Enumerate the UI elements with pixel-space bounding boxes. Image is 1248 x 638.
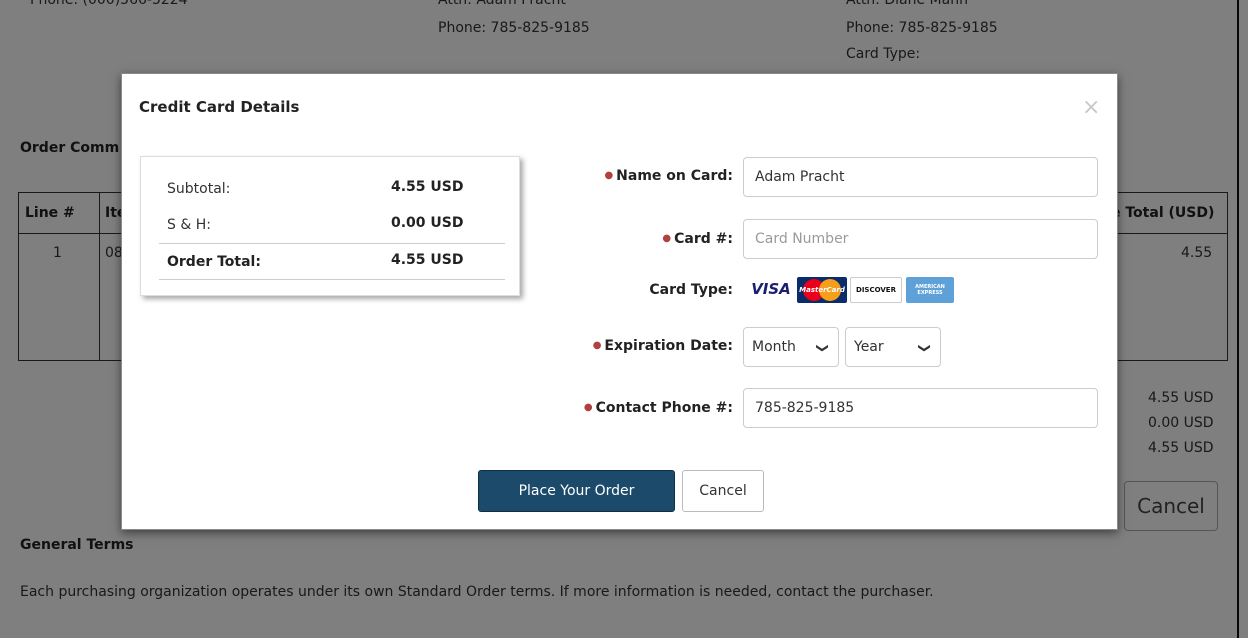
contact-phone-input[interactable] bbox=[743, 388, 1098, 428]
expiration-date-label: ● Expiration Date: bbox=[593, 338, 733, 354]
subtotal-label: Subtotal: bbox=[167, 181, 231, 197]
month-value: Month bbox=[752, 339, 796, 355]
name-on-card-label: ● Name on Card: bbox=[604, 168, 733, 184]
order-total-row: Order Total: 4.55 USD bbox=[167, 244, 505, 280]
sh-row: S & H: 0.00 USD bbox=[167, 207, 505, 243]
year-value: Year bbox=[854, 339, 884, 355]
contact-phone-label: ● Contact Phone #: bbox=[584, 400, 733, 416]
amex-text: AMERICAN EXPRESS bbox=[915, 284, 945, 296]
chevron-down-icon: ❯ bbox=[815, 342, 830, 354]
mastercard-text: MasterCard bbox=[799, 286, 845, 294]
mastercard-card-icon[interactable]: MasterCard bbox=[797, 277, 847, 303]
place-order-button[interactable]: Place Your Order bbox=[478, 470, 675, 512]
expiration-month-select[interactable]: Month ❯ bbox=[743, 327, 839, 367]
name-on-card-input[interactable] bbox=[743, 157, 1098, 197]
visa-card-icon[interactable]: VISA bbox=[748, 276, 794, 302]
card-type-label: Card Type: bbox=[649, 282, 733, 298]
discover-card-icon[interactable]: DISCOVER bbox=[850, 277, 902, 303]
card-number-input[interactable] bbox=[743, 219, 1098, 259]
subtotal-value: 4.55 USD bbox=[391, 179, 464, 195]
sh-value: 0.00 USD bbox=[391, 215, 464, 231]
sh-label: S & H: bbox=[167, 217, 211, 233]
card-number-label-text: Card #: bbox=[674, 231, 733, 247]
amex-card-icon[interactable]: AMERICAN EXPRESS bbox=[906, 277, 954, 303]
contact-phone-label-text: Contact Phone #: bbox=[595, 400, 733, 416]
modal-title: Credit Card Details bbox=[139, 98, 300, 116]
order-total-label: Order Total: bbox=[167, 254, 261, 270]
expiration-date-label-text: Expiration Date: bbox=[604, 338, 733, 354]
discover-text: DISCOVER bbox=[856, 286, 896, 294]
close-icon[interactable]: × bbox=[1082, 97, 1100, 119]
subtotal-row: Subtotal: 4.55 USD bbox=[167, 171, 505, 207]
required-marker: ● bbox=[604, 170, 614, 181]
card-number-label: ● Card #: bbox=[662, 231, 733, 247]
order-summary-panel: Subtotal: 4.55 USD S & H: 0.00 USD Order… bbox=[140, 156, 520, 296]
cancel-button[interactable]: Cancel bbox=[682, 470, 764, 512]
name-on-card-label-text: Name on Card: bbox=[616, 168, 733, 184]
summary-bottom-divider bbox=[159, 279, 505, 280]
required-marker: ● bbox=[662, 233, 672, 244]
credit-card-modal: Credit Card Details × Subtotal: 4.55 USD… bbox=[121, 73, 1118, 530]
required-marker: ● bbox=[583, 402, 593, 413]
order-total-value: 4.55 USD bbox=[391, 252, 464, 268]
expiration-year-select[interactable]: Year ❯ bbox=[845, 327, 941, 367]
chevron-down-icon: ❯ bbox=[917, 342, 932, 354]
required-marker: ● bbox=[592, 340, 602, 351]
